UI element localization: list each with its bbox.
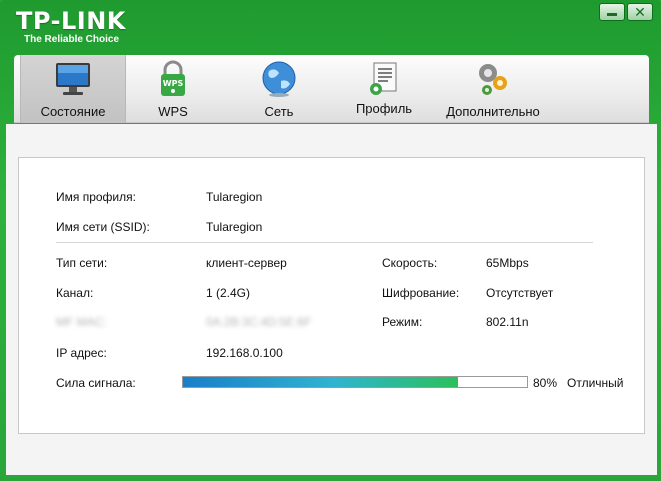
gears-icon [479,64,507,95]
status-content: Имя профиля: Tularegion Имя сети (SSID):… [6,124,657,475]
monitor-icon [56,63,90,95]
profile-name-value: Tularegion [206,190,263,204]
mode-label: Режим: [382,315,423,329]
tab-network-label: Сеть [264,104,294,119]
tab-profile-label: Профиль [355,101,413,116]
brand-tagline: The Reliable Choice [24,34,120,45]
encryption-value: Отсутствует [486,286,554,300]
speed-value: 65Mbps [486,256,529,270]
tab-wps[interactable]: WPS WPS [138,55,208,123]
signal-strength-bar [182,376,528,388]
tab-profile[interactable]: Профиль [349,55,419,123]
tp-link-logo: TP-LINK The Reliable Choice [16,8,126,45]
tab-status[interactable]: Состояние [20,55,126,123]
ip-value: 192.168.0.100 [206,346,283,360]
signal-strength-label: Сила сигнала: [56,376,136,390]
document-icon [370,62,397,95]
wps-lock-icon: WPS [161,60,185,96]
profile-name-label: Имя профиля: [56,190,136,204]
tab-advanced-label: Дополнительно [446,104,540,119]
network-type-label: Тип сети: [56,256,108,270]
signal-strength-fill [183,377,459,387]
tab-wps-label: WPS [158,104,188,119]
mode-value: 802.11n [486,315,529,329]
speed-label: Скорость: [382,256,438,270]
tab-bar: Состояние WPS WPS Сеть Профиль Дополните… [14,55,649,123]
ip-label: IP адрес: [56,346,107,360]
brand-name: TP-LINK [16,7,126,35]
minimize-icon [607,12,617,16]
status-panel: Имя профиля: Tularegion Имя сети (SSID):… [18,157,645,434]
globe-icon [262,61,296,97]
tab-status-label: Состояние [40,104,106,119]
signal-percent: 80% [533,376,558,390]
svg-text:WPS: WPS [163,79,184,88]
mac-value-blurred: 0A:2B:3C:4D:5E:6F [206,315,312,329]
divider [56,242,593,243]
close-icon: ✕ [634,3,646,20]
ssid-label: Имя сети (SSID): [56,220,150,234]
close-button[interactable]: ✕ [627,3,653,21]
channel-value: 1 (2.4G) [206,286,251,300]
ssid-value: Tularegion [206,220,263,234]
minimize-button[interactable] [599,3,625,21]
signal-quality: Отличный [567,376,624,390]
encryption-label: Шифрование: [382,286,460,300]
network-type-value: клиент-сервер [206,256,287,270]
tab-network[interactable]: Сеть [244,55,314,123]
app-window: TP-LINK The Reliable Choice ✕ Состояние … [0,0,661,481]
mac-label-blurred: MF MAC: [56,315,107,329]
tab-advanced[interactable]: Дополнительно [432,55,554,123]
channel-label: Канал: [56,286,94,300]
